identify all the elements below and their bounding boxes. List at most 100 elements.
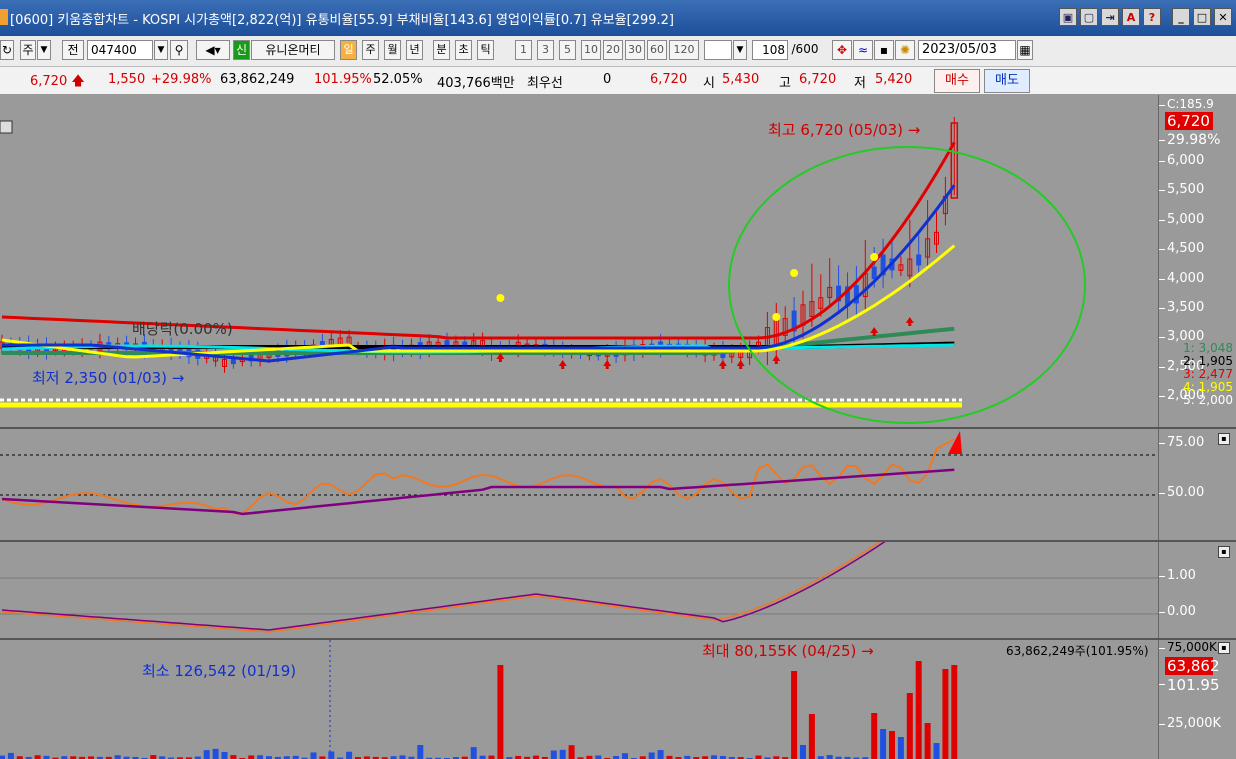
volume-close-icon[interactable]: ▪ — [1218, 642, 1230, 654]
macd-tick-1: 1.00 — [1159, 568, 1196, 583]
rsi-tick-50: 50.00 — [1159, 485, 1205, 500]
interval-dropdown-icon[interactable]: ▼ — [733, 40, 747, 60]
interval-30[interactable]: 30 — [625, 40, 645, 60]
period-dropdown-icon[interactable]: ▼ — [37, 40, 51, 60]
interval-20[interactable]: 20 — [603, 40, 623, 60]
buy-button[interactable]: 매수 — [934, 69, 980, 93]
price-tick: 5,500 — [1159, 182, 1205, 198]
interval-input[interactable] — [704, 40, 732, 60]
close-icon[interactable]: ✕ — [1214, 8, 1232, 26]
ma-legend-item: 5: 2,000 — [1183, 393, 1233, 407]
high-price: 6,720 — [799, 72, 837, 87]
min-volume-note: 최소 126,542 (01/19) — [142, 662, 297, 680]
volume-chart — [0, 640, 958, 759]
tab-tick[interactable]: 틱 — [477, 40, 494, 60]
volume: 63,862,249 — [220, 72, 295, 87]
axis-top-partial: C:185.9 — [1159, 97, 1214, 111]
low-price: 5,420 — [875, 72, 913, 87]
macd-pane[interactable] — [0, 542, 1158, 638]
settings-icon[interactable]: ✺ — [895, 40, 915, 60]
priority-value: 0 — [603, 72, 612, 87]
current-pct-label: 29.98% — [1159, 132, 1221, 148]
title-bar: [0600] 키움종합차트 - KOSPI 시가총액[2,822(억)] 유통비… — [0, 0, 1236, 36]
sell-button[interactable]: 매도 — [984, 69, 1030, 93]
sound-icon[interactable]: ◀▾ — [196, 40, 230, 60]
help-icon[interactable]: ? — [1143, 8, 1161, 26]
dividend-note: 배당락(0.00%) — [132, 320, 233, 338]
price-axis: C:185.9 6,720 29.98% 6,000 5,500 5,000 4,50… — [1158, 95, 1236, 427]
macd-line — [1, 542, 882, 633]
high-note: 최고 6,720 (05/03) → — [768, 121, 921, 139]
app-icon — [0, 9, 8, 25]
interval-5[interactable]: 5 — [559, 40, 576, 60]
interval-10[interactable]: 10 — [581, 40, 601, 60]
volume-axis-top: 75,000K — [1159, 640, 1217, 654]
rsi-pane[interactable] — [0, 429, 1158, 540]
tab-yearly[interactable]: 년 — [406, 40, 423, 60]
change-pct: +29.98% — [151, 72, 212, 87]
new-badge[interactable]: 신 — [233, 40, 250, 60]
window-title: [0600] 키움종합차트 - KOSPI 시가총액[2,822(억)] 유통비… — [10, 13, 674, 28]
macd-signal-line — [1, 542, 886, 631]
price-tick: 3,500 — [1159, 300, 1205, 315]
zoom-icon[interactable]: ✥ — [832, 40, 852, 60]
turnover: 52.05% — [373, 72, 423, 87]
current-price: 6,720 🡅 — [30, 74, 85, 89]
rsi-chart — [0, 431, 1158, 516]
tab-daily[interactable]: 일 — [340, 40, 357, 60]
volume-pane[interactable]: 최대 80,155K (04/25) → 최소 126,542 (01/19) … — [0, 640, 1158, 759]
search-icon[interactable]: ⚲ — [170, 40, 188, 60]
layout2-icon[interactable]: ▢ — [1080, 8, 1098, 26]
price-chart-pane[interactable]: 최고 6,720 (05/03) → 최저 2,350 (01/03) → 배당… — [0, 95, 1158, 427]
ma-legend-item: 3: 2,477 — [1183, 367, 1233, 381]
tab-monthly[interactable]: 월 — [384, 40, 401, 60]
chart-grid-icon[interactable] — [0, 120, 13, 134]
layout1-icon[interactable]: ▣ — [1059, 8, 1077, 26]
rsi-tick-75: 75.00 — [1159, 435, 1205, 450]
quote-bar: 6,720 🡅 1,550 +29.98% 63,862,249 101.95%… — [0, 67, 1236, 95]
stock-code-input[interactable]: 047400 — [87, 40, 153, 60]
date-input[interactable]: 2023/05/03 — [918, 40, 1016, 60]
price-tick: 4,000 — [1159, 270, 1205, 286]
prev-button[interactable]: 전 — [62, 40, 84, 60]
price-tick: 4,500 — [1159, 241, 1205, 257]
low-note: 최저 2,350 (01/03) → — [32, 369, 185, 387]
ma-legend-item: 2: 1,905 — [1183, 354, 1233, 368]
stock-name[interactable]: 유니온머티 — [251, 40, 335, 60]
font-icon[interactable]: A — [1122, 8, 1140, 26]
price-tick: 6,000 — [1159, 153, 1205, 168]
rsi-close-icon[interactable]: ▪ — [1218, 433, 1230, 445]
macd-close-icon[interactable]: ▪ — [1218, 546, 1230, 558]
high-label: 고 — [779, 76, 791, 91]
minimize-icon[interactable]: _ — [1172, 8, 1190, 26]
low-label: 저 — [854, 76, 866, 91]
tab-weekly[interactable]: 주 — [362, 40, 379, 60]
ask-price: 6,720 — [650, 72, 688, 87]
open-label: 시 — [703, 76, 715, 91]
save-icon[interactable]: ▪ — [874, 40, 894, 60]
pin-icon[interactable]: ⇥ — [1101, 8, 1119, 26]
current-price-badge: 6,720 — [1165, 112, 1213, 130]
indicator-icon[interactable]: ≈ — [853, 40, 873, 60]
maximize-icon[interactable]: □ — [1193, 8, 1211, 26]
calendar-icon[interactable]: ▦ — [1017, 40, 1033, 60]
tab-second[interactable]: 초 — [455, 40, 472, 60]
interval-1[interactable]: 1 — [515, 40, 532, 60]
tab-minute[interactable]: 분 — [433, 40, 450, 60]
rsi-line — [1, 438, 955, 515]
interval-60[interactable]: 60 — [647, 40, 667, 60]
open-price: 5,430 — [722, 72, 760, 87]
macd-tick-0: 0.00 — [1159, 604, 1196, 619]
rsi-axis: 75.00 50.00 — [1158, 429, 1236, 540]
current-volume-info: 63,862,249주(101.95%) — [1006, 644, 1149, 658]
code-dropdown-icon[interactable]: ▼ — [154, 40, 168, 60]
count-input[interactable]: 108 — [752, 40, 788, 60]
interval-120[interactable]: 120 — [669, 40, 699, 60]
volume-tick-25000k: 25,000K — [1159, 716, 1222, 731]
max-volume-note: 최대 80,155K (04/25) → — [702, 642, 874, 660]
interval-3[interactable]: 3 — [537, 40, 554, 60]
refresh-icon[interactable]: ↻ — [0, 40, 14, 60]
change: 1,550 — [108, 72, 146, 87]
ma-legend-item: 1: 3,048 — [1183, 341, 1233, 355]
period-select[interactable]: 주 — [20, 40, 36, 60]
